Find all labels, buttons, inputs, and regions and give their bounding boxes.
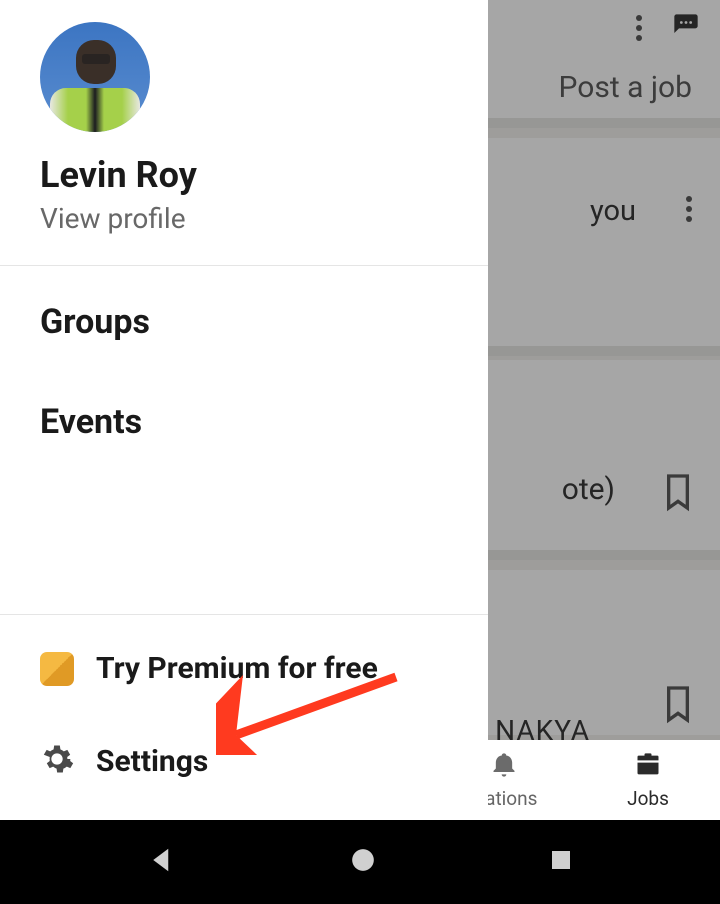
- premium-item[interactable]: Try Premium for free: [40, 651, 448, 686]
- bell-icon: [490, 751, 518, 783]
- recent-apps-button[interactable]: [549, 848, 573, 876]
- settings-item[interactable]: Settings: [40, 742, 448, 780]
- drawer-menu: Groups Events: [0, 266, 488, 615]
- drawer-footer: Try Premium for free Settings: [0, 615, 488, 820]
- side-drawer: Levin Roy View profile Groups Events Try…: [0, 0, 488, 820]
- profile-name: Levin Roy: [40, 154, 448, 196]
- nav-jobs[interactable]: Jobs: [576, 740, 720, 820]
- gear-icon: [40, 742, 74, 780]
- premium-icon: [40, 652, 74, 686]
- back-button[interactable]: [147, 845, 177, 879]
- menu-groups[interactable]: Groups: [40, 302, 448, 342]
- view-profile-link[interactable]: View profile: [40, 202, 448, 235]
- nav-label: Jobs: [627, 787, 669, 810]
- premium-label: Try Premium for free: [96, 651, 378, 686]
- menu-events[interactable]: Events: [40, 402, 448, 442]
- briefcase-icon: [634, 751, 662, 783]
- android-system-bar: [0, 820, 720, 904]
- avatar[interactable]: [40, 22, 150, 132]
- profile-section[interactable]: Levin Roy View profile: [0, 0, 488, 266]
- settings-label: Settings: [96, 744, 208, 779]
- home-button[interactable]: [350, 847, 376, 877]
